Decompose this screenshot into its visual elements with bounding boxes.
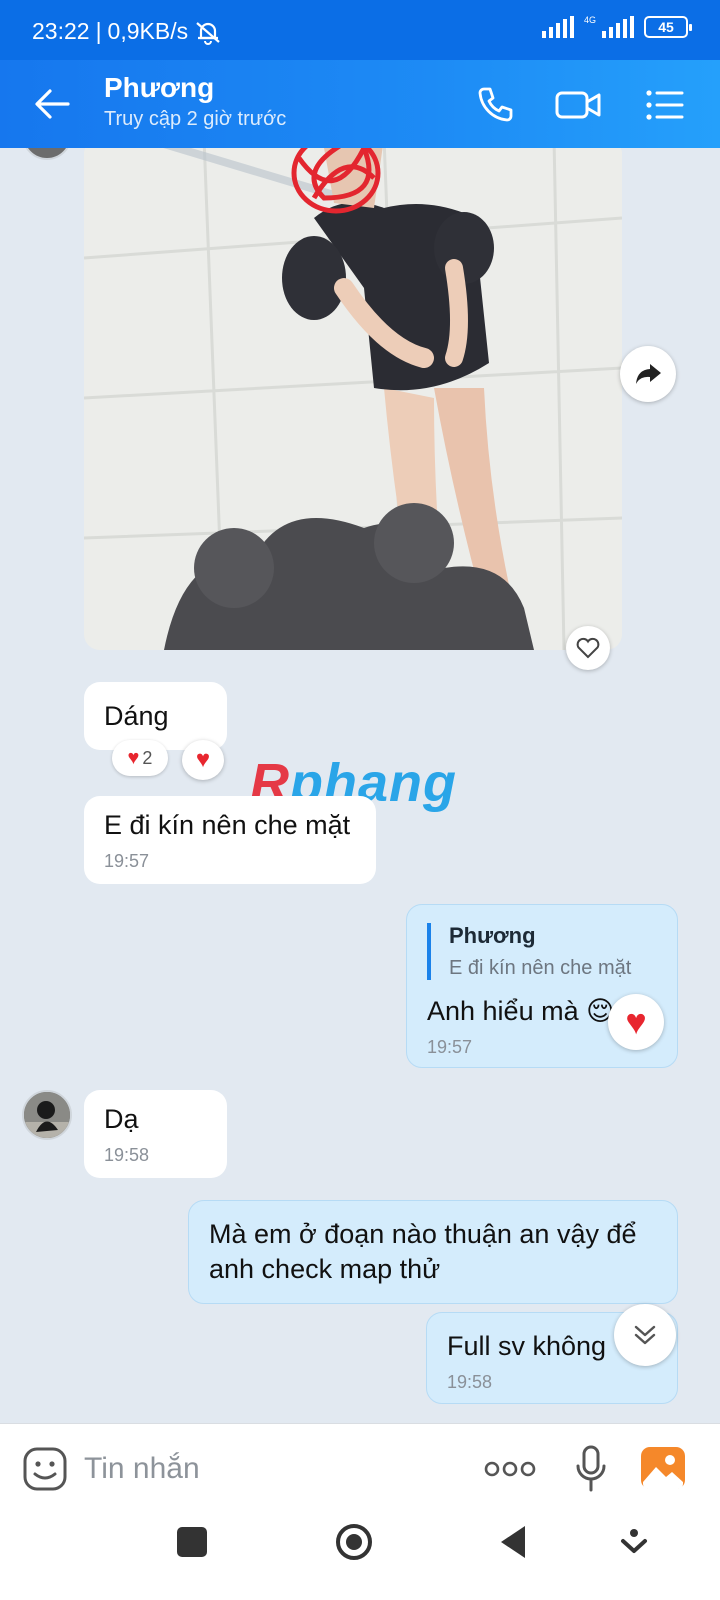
status-time: 23:22 xyxy=(32,18,90,44)
system-navigation-bar xyxy=(0,1515,720,1600)
photo-content xyxy=(84,148,622,650)
heart-icon: ♥ xyxy=(195,746,211,773)
menu-list-icon[interactable] xyxy=(642,82,688,128)
back-nav-icon[interactable] xyxy=(498,1524,528,1560)
heart-icon: ♥ xyxy=(127,746,140,769)
more-icon[interactable] xyxy=(484,1458,536,1480)
share-button[interactable] xyxy=(620,346,676,402)
scroll-to-bottom-button[interactable] xyxy=(614,1304,676,1366)
chat-header: Phương Truy cập 2 giờ trước xyxy=(0,60,720,148)
nav-down-icon[interactable] xyxy=(620,1527,648,1557)
avatar[interactable] xyxy=(22,1090,72,1140)
phone-icon[interactable] xyxy=(472,82,518,128)
battery-icon: 45 xyxy=(644,16,692,38)
heart-outline-icon xyxy=(576,637,600,659)
reply-quote-text: E đi kín nên che mặt xyxy=(449,957,632,979)
message-text: Dạ xyxy=(104,1104,139,1134)
status-separator: | xyxy=(95,18,102,44)
signal-icon-2 xyxy=(602,16,634,38)
message-time: 19:58 xyxy=(104,1145,150,1165)
message-text: Dáng xyxy=(104,701,169,731)
message-text: Mà em ở đoạn nào thuận an vậy để anh che… xyxy=(209,1219,637,1284)
avatar[interactable] xyxy=(22,148,72,160)
message-text: E đi kín nên che mặt xyxy=(104,810,351,840)
recent-apps-icon[interactable] xyxy=(177,1527,207,1557)
video-call-icon[interactable] xyxy=(554,82,602,128)
home-icon[interactable] xyxy=(334,1522,374,1562)
chat-area[interactable]: Dáng ♥ 2 ♥ Rphang E đi kín nên che mặt 1… xyxy=(0,148,720,1423)
heart-react-button[interactable]: ♥ xyxy=(182,740,224,780)
back-arrow-icon[interactable] xyxy=(30,82,74,126)
reaction-summary[interactable]: ♥ 2 xyxy=(112,740,168,776)
avatar-image xyxy=(24,1092,70,1138)
status-speed: 0,9KB/s xyxy=(107,18,189,44)
status-right: 4G 45 xyxy=(541,15,692,38)
share-icon xyxy=(636,364,661,384)
mute-bell-icon xyxy=(196,21,220,45)
reply-quote-name: Phương xyxy=(449,923,536,948)
message-bubble-incoming[interactable]: Dạ 19:58 xyxy=(84,1090,227,1178)
status-bar: 23:22 | 0,9KB/s 4G 45 xyxy=(0,0,720,60)
heart-icon: ♥ xyxy=(625,1001,647,1042)
message-input-bar: Tin nhắn xyxy=(0,1423,720,1515)
contact-last-seen: Truy cập 2 giờ trước xyxy=(104,108,287,130)
battery-level: 45 xyxy=(658,19,674,35)
scroll-down-icon xyxy=(634,1325,656,1345)
heart-react-button[interactable] xyxy=(566,626,610,670)
heart-react-button[interactable]: ♥ xyxy=(608,994,664,1050)
message-input[interactable]: Tin nhắn xyxy=(84,1452,200,1486)
message-bubble-incoming[interactable]: E đi kín nên che mặt 19:57 xyxy=(84,796,376,884)
sticker-icon[interactable] xyxy=(22,1446,68,1492)
reply-quote[interactable]: Phương E đi kín nên che mặt xyxy=(427,923,657,980)
message-time: 19:57 xyxy=(104,851,150,871)
message-time: 19:58 xyxy=(447,1372,493,1392)
network-type: 4G xyxy=(583,15,596,25)
message-bubble-outgoing[interactable]: Mà em ở đoạn nào thuận an vậy để anh che… xyxy=(188,1200,678,1304)
contact-name[interactable]: Phương xyxy=(104,72,214,104)
status-left: 23:22 | 0,9KB/s xyxy=(32,18,222,45)
reaction-count: 2 xyxy=(142,747,153,768)
image-message[interactable] xyxy=(84,148,622,650)
image-icon[interactable] xyxy=(640,1446,686,1490)
signal-icon xyxy=(541,16,574,38)
microphone-icon[interactable] xyxy=(574,1444,608,1494)
